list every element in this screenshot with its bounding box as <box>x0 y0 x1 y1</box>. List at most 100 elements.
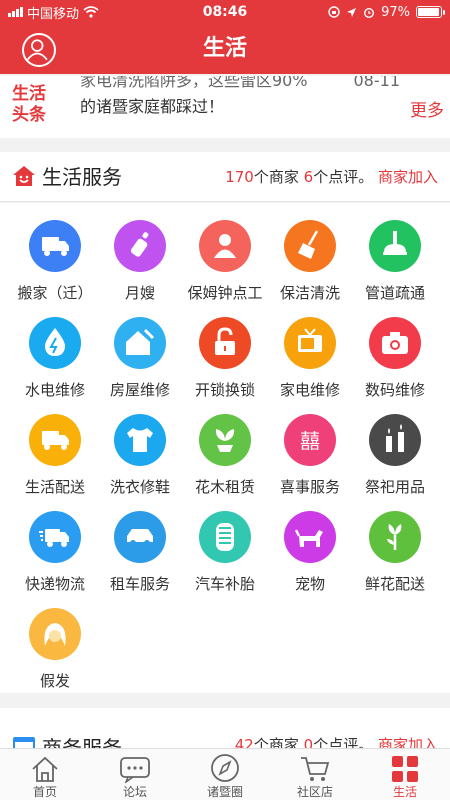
service-label: 假发 <box>39 672 70 690</box>
service-label: 保洁清洗 <box>279 284 340 302</box>
service-item[interactable]: 汽车补胎 <box>180 511 270 594</box>
service-item[interactable]: 保姆钟点工 <box>180 220 270 303</box>
service-label: 快递物流 <box>24 575 85 593</box>
candles-icon <box>369 414 421 466</box>
news-date-1: 08-11 <box>353 76 401 90</box>
tire-icon <box>199 511 251 563</box>
bottom-tab-bar: 首页 论坛 诸暨圈 社区店 生活 <box>0 748 450 800</box>
house-smile-icon <box>13 166 35 186</box>
svg-text:囍: 囍 <box>300 429 320 453</box>
headline-tag: 生活 头条 <box>12 84 46 125</box>
battery-icon <box>416 6 445 18</box>
service-item[interactable]: 开锁换锁 <box>180 317 270 400</box>
app-header: 生活 <box>0 24 450 74</box>
unlock-icon <box>199 317 251 369</box>
rotation-lock-icon <box>328 6 340 18</box>
double-happiness-icon: 囍 <box>284 414 336 466</box>
service-item[interactable]: 家电维修 <box>265 317 355 400</box>
news-title-1[interactable]: 家电清洗陷阱多，这些雷区90% <box>80 76 308 94</box>
clock: 08:46 <box>202 4 248 20</box>
nanny-icon <box>199 220 251 272</box>
broom-icon <box>284 220 336 272</box>
service-label: 生活配送 <box>24 478 85 496</box>
page-title: 生活 <box>202 36 247 61</box>
calendar-icon <box>13 737 35 748</box>
service-item[interactable]: 花木租赁 <box>180 414 270 497</box>
tab-home[interactable]: 首页 <box>0 749 90 800</box>
service-item[interactable]: 假发 <box>10 608 100 691</box>
service-item[interactable]: 租车服务 <box>95 511 185 594</box>
camera-icon <box>369 317 421 369</box>
service-item[interactable]: 囍喜事服务 <box>265 414 355 497</box>
service-label: 数码维修 <box>364 381 425 399</box>
service-item[interactable]: 祭祀用品 <box>350 414 440 497</box>
tshirt-icon <box>114 414 166 466</box>
service-label: 祭祀用品 <box>364 478 425 496</box>
dog-icon <box>284 511 336 563</box>
service-item[interactable]: 保洁清洗 <box>265 220 355 303</box>
service-item[interactable]: 洗衣修鞋 <box>95 414 185 497</box>
service-label: 洗衣修鞋 <box>109 478 170 496</box>
section-title: 商务服务 <box>42 736 122 748</box>
flower-icon <box>369 511 421 563</box>
service-item[interactable]: 宠物 <box>265 511 355 594</box>
alarm-icon <box>364 8 375 18</box>
service-label: 花木租赁 <box>194 478 255 496</box>
service-label: 管道疏通 <box>364 284 425 302</box>
service-item[interactable]: 生活配送 <box>10 414 100 497</box>
wifi-icon <box>83 6 99 18</box>
service-item[interactable]: 管道疏通 <box>350 220 440 303</box>
tab-circle[interactable]: 诸暨圈 <box>180 749 270 800</box>
plunger-icon <box>369 220 421 272</box>
service-label: 保姆钟点工 <box>187 284 263 302</box>
merchant-join-link[interactable]: 商家加入 <box>378 736 438 748</box>
grid-icon <box>392 756 418 782</box>
tab-community-store[interactable]: 社区店 <box>270 749 360 800</box>
service-label: 开锁换锁 <box>194 381 255 399</box>
news-title-2[interactable]: 的诸暨家庭都踩过！ <box>80 94 400 120</box>
life-services-header: 生活服务 170个商家 6个点评。 商家加入 <box>0 152 450 202</box>
service-label: 家电维修 <box>279 381 340 399</box>
tv-icon <box>284 317 336 369</box>
service-label: 汽车补胎 <box>194 575 255 593</box>
water-drop-icon <box>29 317 81 369</box>
tab-life[interactable]: 生活 <box>360 749 450 800</box>
service-item[interactable]: 月嫂 <box>95 220 185 303</box>
house-repair-icon <box>114 317 166 369</box>
more-link[interactable]: 更多 <box>410 96 444 121</box>
service-item[interactable]: 鲜花配送 <box>350 511 440 594</box>
wig-icon <box>29 608 81 660</box>
service-label: 租车服务 <box>109 575 170 593</box>
cart-icon <box>301 757 330 781</box>
service-label: 喜事服务 <box>279 478 340 496</box>
signal-icon <box>8 7 23 17</box>
section-title: 生活服务 <box>42 165 122 189</box>
service-label: 鲜花配送 <box>364 575 425 593</box>
merchant-join-link[interactable]: 商家加入 <box>378 168 438 186</box>
service-item[interactable]: 房屋维修 <box>95 317 185 400</box>
delivery-truck-icon <box>29 414 81 466</box>
forum-icon <box>120 757 150 783</box>
life-headline-banner[interactable]: 生活 头条 家电清洗陷阱多，这些雷区90% 08-11 的诸暨家庭都踩过！ 更多 <box>0 76 450 138</box>
service-label: 月嫂 <box>124 284 155 302</box>
plant-icon <box>199 414 251 466</box>
tab-forum[interactable]: 论坛 <box>90 749 180 800</box>
business-services-header: 商务服务 42个商家 0个点评。 商家加入 <box>0 708 450 748</box>
baby-bottle-icon <box>114 220 166 272</box>
section-stats: 170个商家 6个点评。 商家加入 <box>225 168 438 186</box>
compass-icon <box>211 754 239 782</box>
service-label: 宠物 <box>294 575 325 593</box>
service-item[interactable]: 搬家（迁） <box>10 220 100 303</box>
service-label: 水电维修 <box>24 381 85 399</box>
car-icon <box>114 511 166 563</box>
service-grid: 搬家（迁） 月嫂 保姆钟点工 保洁清洗 管道疏通水电维修 房屋维修 开锁换锁 家电维修 数码维修… <box>0 203 450 693</box>
service-item[interactable]: 快递物流 <box>10 511 100 594</box>
moving-truck-icon <box>29 220 81 272</box>
service-item[interactable]: 数码维修 <box>350 317 440 400</box>
battery-percent: 97% <box>381 4 410 20</box>
express-truck-icon <box>29 511 81 563</box>
service-label: 房屋维修 <box>109 381 170 399</box>
location-icon <box>347 7 357 17</box>
service-item[interactable]: 水电维修 <box>10 317 100 400</box>
headline-news[interactable]: 家电清洗陷阱多，这些雷区90% 08-11 的诸暨家庭都踩过！ <box>80 76 400 120</box>
